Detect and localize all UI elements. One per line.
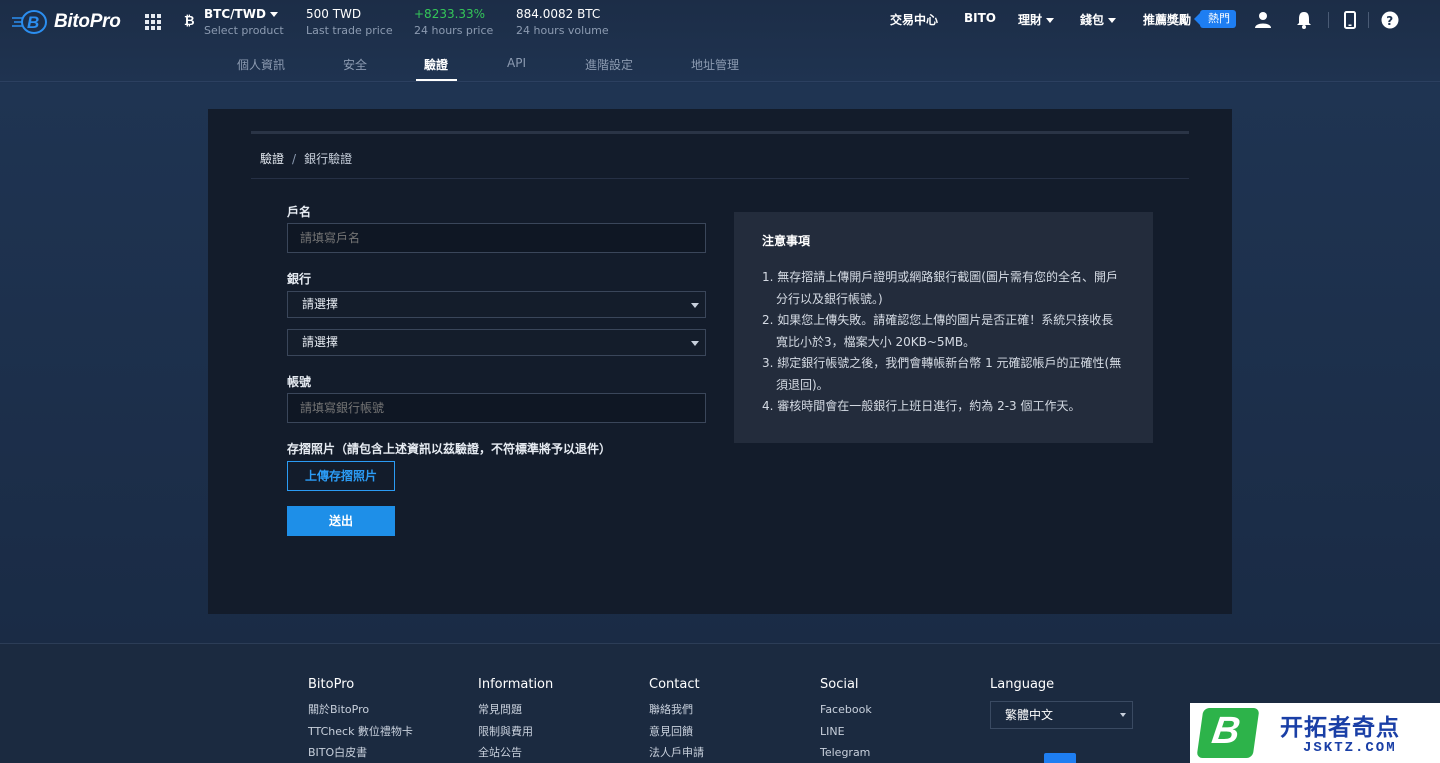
active-tab-indicator <box>416 79 457 81</box>
tab-security[interactable]: 安全 <box>343 56 367 73</box>
branch-select[interactable]: 請選擇 <box>287 329 706 356</box>
nav-wallet[interactable]: 錢包 <box>1080 11 1117 28</box>
tab-profile[interactable]: 個人資訊 <box>237 56 285 73</box>
watermark-overlay: B 开拓者奇点 JSKTZ.COM <box>1190 703 1440 763</box>
footer-heading: Information <box>478 677 554 692</box>
bank-verification-panel: 驗證 / 銀行驗證 戶名 銀行 請選擇 請選擇 帳號 存摺照片（請包含上述資訊以茲驗… <box>208 109 1232 614</box>
help-icon[interactable]: ? <box>1381 11 1399 29</box>
footer-link[interactable]: 聯絡我們 <box>649 699 704 721</box>
footer-link[interactable]: 常見問題 <box>478 699 553 721</box>
svg-text:?: ? <box>1386 14 1393 28</box>
footer-col-information: Information 常見問題 限制與費用 全站公告 <box>478 677 553 763</box>
breadcrumb-divider <box>251 178 1189 179</box>
language-select[interactable]: 繁體中文 <box>990 701 1133 729</box>
passbook-photo-label: 存摺照片（請包含上述資訊以茲驗證，不符標準將予以退件） <box>287 442 612 456</box>
footer-col-contact: Contact 聯絡我們 意見回饋 法人戶申請 <box>649 677 704 763</box>
footer-col-language: Language <box>990 677 1054 699</box>
footer-link[interactable]: 全站公告 <box>478 742 553 763</box>
breadcrumb-current: 銀行驗證 <box>304 152 353 166</box>
notice-title: 注意事項 <box>762 234 811 248</box>
footer-col-bitopro: BitoPro 關於BitoPro TTCheck 數位禮物卡 BITO白皮書 <box>308 677 413 763</box>
nav-divider <box>1368 12 1369 28</box>
footer-link[interactable]: TTCheck 數位禮物卡 <box>308 721 413 743</box>
settings-tabs: 個人資訊 安全 驗證 API 進階設定 地址管理 <box>0 48 1440 82</box>
language-select-value: 繁體中文 <box>1005 708 1054 722</box>
tab-advanced[interactable]: 進階設定 <box>585 56 633 73</box>
footer-link[interactable]: Telegram <box>820 742 872 763</box>
watermark-logo-letter: B <box>1209 710 1243 752</box>
breadcrumb-root[interactable]: 驗證 <box>260 152 284 166</box>
nav-finance-label: 理財 <box>1018 13 1043 27</box>
nav-finance[interactable]: 理財 <box>1018 11 1055 28</box>
account-number-label: 帳號 <box>287 375 312 389</box>
footer-heading: Social <box>820 677 859 692</box>
footer-link[interactable]: 法人戶申請 <box>649 742 704 763</box>
footer-link[interactable]: BITO白皮書 <box>308 742 413 763</box>
bank-label: 銀行 <box>287 272 312 286</box>
footer-hot-badge <box>1044 753 1076 763</box>
notice-item: 2. 如果您上傳失敗。請確認您上傳的圖片是否正確！系統只接收長寬比小於3，檔案大… <box>762 313 1114 349</box>
notice-item: 3. 綁定銀行帳號之後，我們會轉帳新台幣 1 元確認帳戶的正確性(無須退回)。 <box>762 356 1122 392</box>
notice-box: 注意事項 1. 無存摺請上傳開戶證明或網路銀行截圖(圖片需有您的全名、開戶分行以… <box>734 212 1153 443</box>
account-name-input[interactable] <box>287 223 706 253</box>
bank-select[interactable]: 請選擇 <box>287 291 706 318</box>
caret-down-icon <box>1120 713 1126 717</box>
nav-exchange[interactable]: 交易中心 <box>890 11 938 28</box>
tab-verification[interactable]: 驗證 <box>424 56 448 73</box>
panel-divider <box>251 131 1189 134</box>
nav-divider <box>1328 12 1329 28</box>
watermark-logo: B <box>1196 708 1260 758</box>
breadcrumb-separator: / <box>292 152 297 166</box>
nav-bito[interactable]: BITO <box>964 11 996 25</box>
account-name-label: 戶名 <box>287 205 312 219</box>
notice-item: 1. 無存摺請上傳開戶證明或網路銀行截圖(圖片需有您的全名、開戶分行以及銀行帳號… <box>762 270 1118 306</box>
upload-passbook-button[interactable]: 上傳存摺照片 <box>287 461 395 491</box>
footer-link[interactable]: 意見回饋 <box>649 721 704 743</box>
footer-link[interactable]: Facebook <box>820 699 872 721</box>
footer-link[interactable]: LINE <box>820 721 872 743</box>
main-area: 驗證 / 銀行驗證 戶名 銀行 請選擇 請選擇 帳號 存摺照片（請包含上述資訊以茲驗… <box>0 83 1440 643</box>
nav-wallet-label: 錢包 <box>1080 13 1105 27</box>
chevron-down-icon <box>1046 18 1055 23</box>
account-number-input[interactable] <box>287 393 706 423</box>
nav-referral[interactable]: 推薦獎勵 <box>1143 11 1191 28</box>
user-icon[interactable] <box>1254 11 1272 29</box>
hot-badge: 熱門 <box>1194 10 1236 28</box>
tab-address[interactable]: 地址管理 <box>691 56 739 73</box>
branch-select-value: 請選擇 <box>302 335 339 349</box>
watermark-subtext: JSKTZ.COM <box>1303 740 1397 756</box>
top-header: B BitoPro ₿ BTC/TWD Select product 500 T… <box>0 0 1440 82</box>
footer-link[interactable]: 限制與費用 <box>478 721 553 743</box>
notice-list: 1. 無存摺請上傳開戶證明或網路銀行截圖(圖片需有您的全名、開戶分行以及銀行帳號… <box>762 267 1125 418</box>
caret-down-icon <box>691 341 699 346</box>
footer-heading: Language <box>990 677 1055 692</box>
tab-api[interactable]: API <box>507 56 526 70</box>
footer-heading: Contact <box>649 677 700 692</box>
chevron-down-icon <box>1108 18 1117 23</box>
bell-icon[interactable] <box>1295 11 1313 29</box>
caret-down-icon <box>691 303 699 308</box>
footer-heading: BitoPro <box>308 677 355 692</box>
submit-button[interactable]: 送出 <box>287 506 395 536</box>
mobile-icon[interactable] <box>1341 11 1359 29</box>
footer-col-social: Social Facebook LINE Telegram <box>820 677 872 763</box>
footer-link[interactable]: 關於BitoPro <box>308 699 413 721</box>
bank-select-value: 請選擇 <box>302 297 339 311</box>
watermark-text: 开拓者奇点 <box>1280 715 1400 741</box>
notice-item: 4. 審核時間會在一般銀行上班日進行，約為 2-3 個工作天。 <box>762 399 1081 413</box>
top-nav: 交易中心 BITO 理財 錢包 推薦獎勵 熱門 ? <box>0 10 1440 30</box>
breadcrumb: 驗證 / 銀行驗證 <box>260 150 352 167</box>
